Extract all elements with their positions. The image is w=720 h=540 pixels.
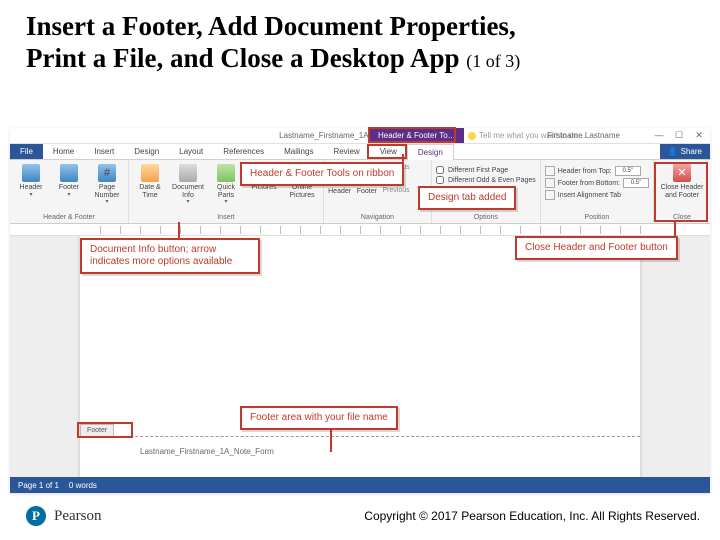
header-from-top-input[interactable]: Header from Top: 0.5" (545, 166, 649, 176)
online-pictures-label: Online Pictures (285, 184, 319, 199)
document-info-button[interactable]: Document Info ▾ (171, 164, 205, 206)
quick-parts-icon (217, 164, 235, 182)
dropdown-arrow-icon: ▾ (67, 192, 70, 199)
footer-icon (60, 164, 78, 182)
signed-in-user: Firstname Lastname (547, 131, 620, 140)
status-bar: Page 1 of 1 0 words (10, 477, 710, 493)
share-icon: 👤 (668, 147, 678, 156)
group-label-options: Options (436, 214, 536, 221)
page-number-label: Page Number (90, 184, 124, 199)
title-line1: Insert a Footer, Add Document Properties… (26, 11, 516, 41)
footer-area[interactable]: Footer Lastname_Firstname_1A_Note_Form (80, 436, 640, 477)
footer-text: Lastname_Firstname_1A_Note_Form (140, 447, 274, 456)
ribbon-tabs: File Home Insert Design Layout Reference… (10, 144, 710, 160)
callout-ribbon: Header & Footer Tools on ribbon (240, 162, 404, 186)
date-time-button[interactable]: Date & Time (133, 164, 167, 199)
tab-design-main[interactable]: Design (124, 144, 169, 159)
slide-progress: (1 of 3) (466, 51, 520, 71)
slide-title: Insert a Footer, Add Document Properties… (0, 0, 720, 75)
tab-layout[interactable]: Layout (169, 144, 213, 159)
diff-odd-even-checkbox[interactable]: Different Odd & Even Pages (436, 176, 536, 184)
quick-parts-label: Quick Parts (209, 184, 243, 199)
footer-tab-label: Footer (80, 424, 114, 436)
lightbulb-icon (468, 132, 476, 140)
tab-design-contextual[interactable]: Design (407, 144, 454, 160)
close-header-footer-button[interactable]: ✕ Close Header and Footer (658, 164, 706, 199)
callout-footer-area: Footer area with your file name (240, 406, 398, 430)
tab-references[interactable]: References (213, 144, 274, 159)
close-hf-label: Close Header and Footer (658, 184, 706, 199)
window-controls: — ☐ ✕ (652, 130, 706, 141)
share-button[interactable]: 👤 Share (660, 144, 710, 159)
slide-heading: Insert a Footer, Add Document Properties… (26, 10, 694, 75)
window-titlebar: Lastname_Firstname_1A_Note_Form – Word H… (10, 128, 710, 144)
dropdown-arrow-icon: ▾ (224, 199, 227, 206)
callout-docinfo: Document Info button; arrow indicates mo… (80, 238, 260, 274)
group-label-hf: Header & Footer (14, 214, 124, 221)
callout-close-button: Close Header and Footer button (515, 236, 678, 260)
word-window: Lastname_Firstname_1A_Note_Form – Word H… (10, 128, 710, 493)
document-info-label: Document Info (171, 184, 205, 199)
maximize-icon[interactable]: ☐ (672, 130, 686, 141)
group-label-close: Close (658, 214, 706, 221)
brand: P Pearson (26, 506, 102, 526)
callout-design-tab: Design tab added (418, 186, 516, 210)
header-button[interactable]: Header ▾ (14, 164, 48, 198)
group-label-position: Position (545, 214, 649, 221)
page-number-button[interactable]: # Page Number ▾ (90, 164, 124, 206)
pearson-logo-icon: P (26, 506, 46, 526)
footer-label: Footer (59, 184, 79, 192)
insert-alignment-tab-button[interactable]: Insert Alignment Tab (545, 190, 649, 200)
footer-button[interactable]: Footer ▾ (52, 164, 86, 198)
dropdown-arrow-icon: ▾ (29, 192, 32, 199)
tab-home[interactable]: Home (43, 144, 84, 159)
dropdown-arrow-icon: ▾ (105, 199, 108, 206)
tab-review[interactable]: Review (323, 144, 369, 159)
footer-bottom-icon (545, 178, 555, 188)
share-label: Share (681, 147, 702, 156)
close-hf-icon: ✕ (673, 164, 691, 182)
ribbon-group-header-footer: Header ▾ Footer ▾ # Page Number ▾ Header… (10, 160, 129, 223)
minimize-icon[interactable]: — (652, 130, 666, 141)
brand-name: Pearson (54, 508, 102, 525)
header-top-icon (545, 166, 555, 176)
copyright-text: Copyright © 2017 Pearson Education, Inc.… (364, 509, 700, 523)
slide-footer: P Pearson Copyright © 2017 Pearson Educa… (26, 502, 700, 530)
status-page: Page 1 of 1 (18, 481, 59, 490)
dropdown-arrow-icon: ▾ (186, 199, 189, 206)
status-words: 0 words (69, 481, 97, 490)
document-info-icon (179, 164, 197, 182)
ruler (10, 224, 710, 236)
date-time-label: Date & Time (133, 184, 167, 199)
calendar-icon (141, 164, 159, 182)
header-label: Header (20, 184, 43, 192)
group-label-navigation: Navigation (328, 214, 427, 221)
header-icon (22, 164, 40, 182)
title-line2: Print a File, and Close a Desktop App (26, 43, 460, 73)
diff-first-page-checkbox[interactable]: Different First Page (436, 166, 536, 174)
tab-mailings[interactable]: Mailings (274, 144, 323, 159)
alignment-tab-icon (545, 190, 555, 200)
page-number-icon: # (98, 164, 116, 182)
ribbon-group-close: ✕ Close Header and Footer Close (654, 160, 710, 223)
quick-parts-button[interactable]: Quick Parts ▾ (209, 164, 243, 206)
contextual-tab-title: Header & Footer To… (370, 128, 464, 143)
tab-insert[interactable]: Insert (84, 144, 124, 159)
tab-file[interactable]: File (10, 144, 43, 159)
group-label-insert: Insert (133, 214, 319, 221)
footer-from-bottom-input[interactable]: Footer from Bottom: 0.5" (545, 178, 649, 188)
ribbon-group-position: Header from Top: 0.5" Footer from Bottom… (541, 160, 654, 223)
close-icon[interactable]: ✕ (692, 130, 706, 141)
